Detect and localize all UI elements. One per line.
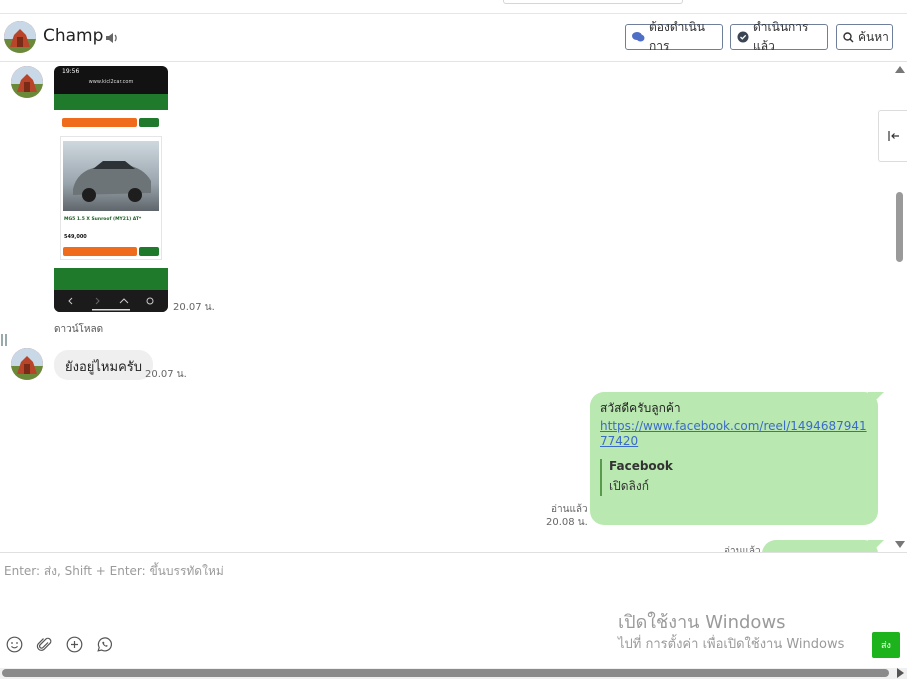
read-receipt-2: อ่านแล้ว: [724, 546, 761, 552]
speaker-icon[interactable]: [105, 30, 119, 44]
outgoing-greeting: สวัสดีครับลูกค้า: [600, 401, 681, 415]
incoming-timestamp: 20.07 น.: [145, 369, 187, 380]
phone-car-title: MG5 1.5 X Sunroof (MY21) AT*: [64, 217, 142, 222]
car-photo: [63, 141, 159, 211]
phone-car-card: MG5 1.5 X Sunroof (MY21) AT* 549,000: [60, 136, 162, 260]
message-input[interactable]: Enter: ส่ง, Shift + Enter: ขึ้นบรรทัดใหม…: [4, 562, 224, 581]
windows-activation-subtitle: ไปที่ การตั้งค่า เพื่อเปิดใช้งาน Windows: [618, 637, 845, 652]
outgoing-link[interactable]: https://www.facebook.com/reel/1494687941…: [600, 419, 868, 449]
phone-car-price: 549,000: [64, 234, 87, 240]
chat-bubbles-icon: [632, 32, 645, 42]
phone-page-body: MG5 1.5 X Sunroof (MY21) AT* 549,000: [54, 110, 168, 268]
collapse-left-icon: [887, 131, 899, 141]
link-preview-open[interactable]: เปิดลิงก์: [609, 477, 868, 496]
top-strip: [0, 0, 907, 14]
attachment-icon[interactable]: [36, 636, 53, 653]
chat-check-icon: [737, 31, 749, 43]
scroll-down-arrow[interactable]: [895, 541, 905, 548]
link-preview[interactable]: Facebook เปิดลิงก์: [600, 459, 868, 496]
done-button[interactable]: ดำเนินการแล้ว: [730, 20, 828, 53]
download-link[interactable]: ดาวน์โหลด: [54, 322, 103, 337]
search-icon: [843, 31, 854, 42]
incoming-message: ยังอยู่ไหมครับ: [54, 350, 153, 380]
phone-site-bar: [54, 94, 168, 110]
scroll-up-arrow[interactable]: [895, 66, 905, 73]
image-attachment[interactable]: 19:56 www.kicl2car.com MG5 1.5 X Sunroof…: [54, 66, 168, 312]
scrollbar-thumb[interactable]: [896, 192, 903, 262]
sender-avatar: [11, 348, 43, 380]
collapse-panel-button[interactable]: [878, 110, 907, 162]
done-button-label: ดำเนินการแล้ว: [753, 20, 809, 53]
whatsapp-icon[interactable]: [96, 636, 113, 653]
contact-avatar[interactable]: [4, 21, 36, 53]
resize-handle[interactable]: [1, 334, 7, 346]
outgoing-message: สวัสดีครับลูกค้า https://www.facebook.co…: [590, 392, 878, 525]
horizontal-scrollbar-thumb[interactable]: [2, 669, 889, 677]
sender-avatar: [11, 66, 43, 98]
send-button[interactable]: ส่ง: [872, 632, 900, 658]
top-search-stub[interactable]: [503, 0, 683, 4]
phone-footer: [54, 268, 168, 290]
search-button-label: ค้นหา: [858, 29, 889, 44]
outgoing-timestamp: 20.08 น.: [546, 517, 588, 528]
search-button[interactable]: ค้นหา: [836, 24, 893, 50]
outgoing-message-partial: [762, 540, 878, 552]
image-timestamp: 20.07 น.: [173, 302, 215, 313]
chat-header: Champ ต้องดำเนินการ ดำเนินการแล้ว ค้นหา: [0, 14, 907, 62]
todo-button[interactable]: ต้องดำเนินการ: [625, 20, 723, 53]
contact-name: Champ: [43, 26, 104, 46]
emoji-icon[interactable]: [6, 636, 23, 653]
add-sticker-icon[interactable]: [66, 636, 83, 653]
phone-status-time: 19:56: [62, 68, 80, 75]
phone-nav-bar: [54, 290, 168, 312]
link-preview-title: Facebook: [609, 459, 673, 473]
phone-url: www.kicl2car.com: [88, 79, 134, 85]
todo-button-label: ต้องดำเนินการ: [649, 20, 705, 53]
chat-messages[interactable]: 19:56 www.kicl2car.com MG5 1.5 X Sunroof…: [0, 62, 893, 552]
scroll-right-arrow[interactable]: [897, 668, 904, 678]
windows-activation-title: เปิดใช้งาน Windows: [618, 612, 786, 633]
